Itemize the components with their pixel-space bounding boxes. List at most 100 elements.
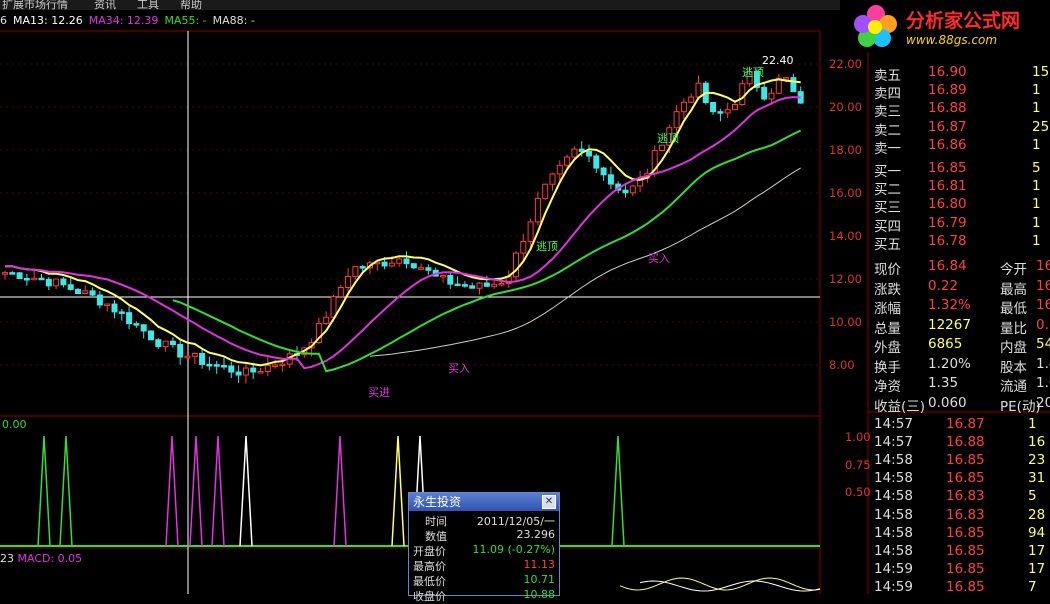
candle-body — [498, 282, 505, 286]
candle-body — [16, 272, 23, 279]
candle-body — [607, 174, 614, 185]
tick-price: 16.85 — [946, 524, 985, 541]
candle-body — [169, 340, 176, 346]
book-price: 16.88 — [928, 100, 967, 117]
tick-price: 16.85 — [946, 542, 985, 559]
candle-body — [337, 287, 344, 298]
candle-body — [242, 367, 249, 376]
candle-body — [695, 82, 702, 98]
macd-prefix: 23 — [0, 552, 14, 565]
tick-volume: 28 — [1028, 506, 1046, 523]
popup-value: 10.71 — [523, 573, 556, 586]
popup-row: 最高价 11.13 — [409, 558, 559, 573]
quote-label: 收益(三) — [874, 398, 926, 415]
quote-label-2: 内盘 — [1000, 340, 1027, 356]
tick-volume: 23 — [1028, 452, 1046, 469]
candle-body — [680, 101, 687, 113]
tick-price: 16.87 — [946, 416, 985, 432]
sub-tick-label: 1.00 — [845, 430, 871, 444]
candle-body — [403, 258, 410, 265]
quote-row: 总量 12267 量比 0. — [870, 316, 1050, 337]
candle-body — [2, 272, 8, 275]
candle-body — [177, 344, 184, 358]
signal-spike — [189, 435, 203, 547]
ma34-label: MA34: 12.39 — [88, 14, 159, 27]
tick-price: 16.83 — [946, 506, 985, 523]
price-tick-label: 16.00 — [829, 186, 862, 200]
book-price: 16.90 — [928, 64, 967, 80]
tick-row: 14:59 16.85 7 — [870, 579, 1050, 598]
tick-price: 16.85 — [946, 452, 985, 469]
quote-value-2: 209 — [1036, 394, 1050, 411]
menu-item-market[interactable]: 扩展市场行情 — [2, 0, 68, 10]
candle-body — [542, 183, 549, 199]
candle-body — [600, 167, 607, 176]
candle-body — [447, 274, 454, 285]
book-volume: 1 — [1032, 232, 1041, 249]
book-label: 卖二 — [874, 122, 901, 139]
candle-body — [184, 355, 191, 359]
popup-title-text: 永生投资 — [413, 495, 462, 509]
close-icon[interactable]: ✕ — [542, 495, 556, 509]
book-volume: 5 — [1032, 160, 1041, 176]
popup-row: 数值 23.296 — [409, 528, 559, 543]
quote-label-2: 流通 — [1000, 379, 1027, 395]
tick-row: 14:59 16.85 17 — [870, 561, 1050, 580]
quote-label-2: 最低 — [1000, 301, 1027, 317]
quote-value-2: 540 — [1036, 336, 1050, 352]
signal-spike — [59, 435, 73, 547]
price-tick-label: 18.00 — [829, 143, 862, 157]
quote-value-2: 0. — [1036, 316, 1049, 333]
candle-body — [23, 277, 30, 281]
popup-key: 最低价 — [413, 575, 446, 588]
quote-label: 换手 — [874, 359, 901, 376]
tick-volume: 17 — [1028, 560, 1046, 577]
quote-value-2: 16.9 — [1036, 277, 1050, 294]
quote-label: 现价 — [874, 262, 901, 278]
candle-body — [45, 278, 52, 287]
candle-body — [228, 365, 235, 373]
candle-body — [155, 339, 162, 348]
book-label: 买一 — [874, 164, 901, 180]
tick-volume: 1 — [1028, 416, 1037, 432]
candle-body — [629, 185, 636, 194]
menu-item-news[interactable]: 资讯 — [94, 0, 116, 10]
price-tick-label: 22.00 — [829, 57, 862, 71]
quote-value: 1.20% — [928, 355, 971, 372]
ma55-label: MA55: - — [164, 14, 207, 27]
peak-price-label: 22.40 — [762, 54, 794, 67]
tick-price: 16.85 — [946, 560, 985, 577]
sub1-label: 0.00 — [2, 418, 27, 431]
order-book-row: 买三 16.80 1 — [870, 196, 1050, 216]
order-book-row: 卖五 16.90 15 — [870, 64, 1050, 84]
candle-body — [527, 221, 534, 243]
quote-row: 收益(三)0.060 PE(动)209 — [870, 394, 1050, 415]
flower-logo-icon — [854, 5, 897, 47]
ma34-line — [4, 96, 801, 370]
candle-body — [345, 275, 352, 289]
signal-buy-enter: 买进 — [368, 386, 390, 399]
signal-spike — [211, 435, 225, 547]
menu-item-help[interactable]: 帮助 — [180, 0, 202, 10]
candle-body — [491, 283, 498, 287]
quote-label-2: 今开 — [1000, 262, 1027, 278]
candle-body — [410, 263, 417, 269]
candle-body — [549, 173, 556, 185]
menu-item-tools[interactable]: 工具 — [137, 0, 159, 10]
quote-label-2: 量比 — [1000, 320, 1027, 337]
quote-label: 总量 — [874, 320, 901, 337]
order-book-row: 买一 16.85 5 — [870, 160, 1050, 180]
quote-label-2: 最高 — [1000, 281, 1027, 298]
book-label: 卖三 — [874, 104, 901, 121]
quote-value: 0.060 — [928, 394, 967, 411]
candle-body — [9, 272, 16, 275]
popup-key: 数值 — [425, 530, 447, 543]
quote-row: 涨跌 0.22 最高 16.9 — [870, 277, 1050, 298]
signal-spike — [611, 435, 625, 547]
tick-row: 14:57 16.88 16 — [870, 434, 1050, 453]
book-price: 16.85 — [928, 160, 967, 176]
price-tick-label: 12.00 — [829, 272, 862, 286]
candle-body — [250, 367, 257, 373]
candle-body — [359, 266, 366, 269]
candle-body — [556, 164, 563, 175]
